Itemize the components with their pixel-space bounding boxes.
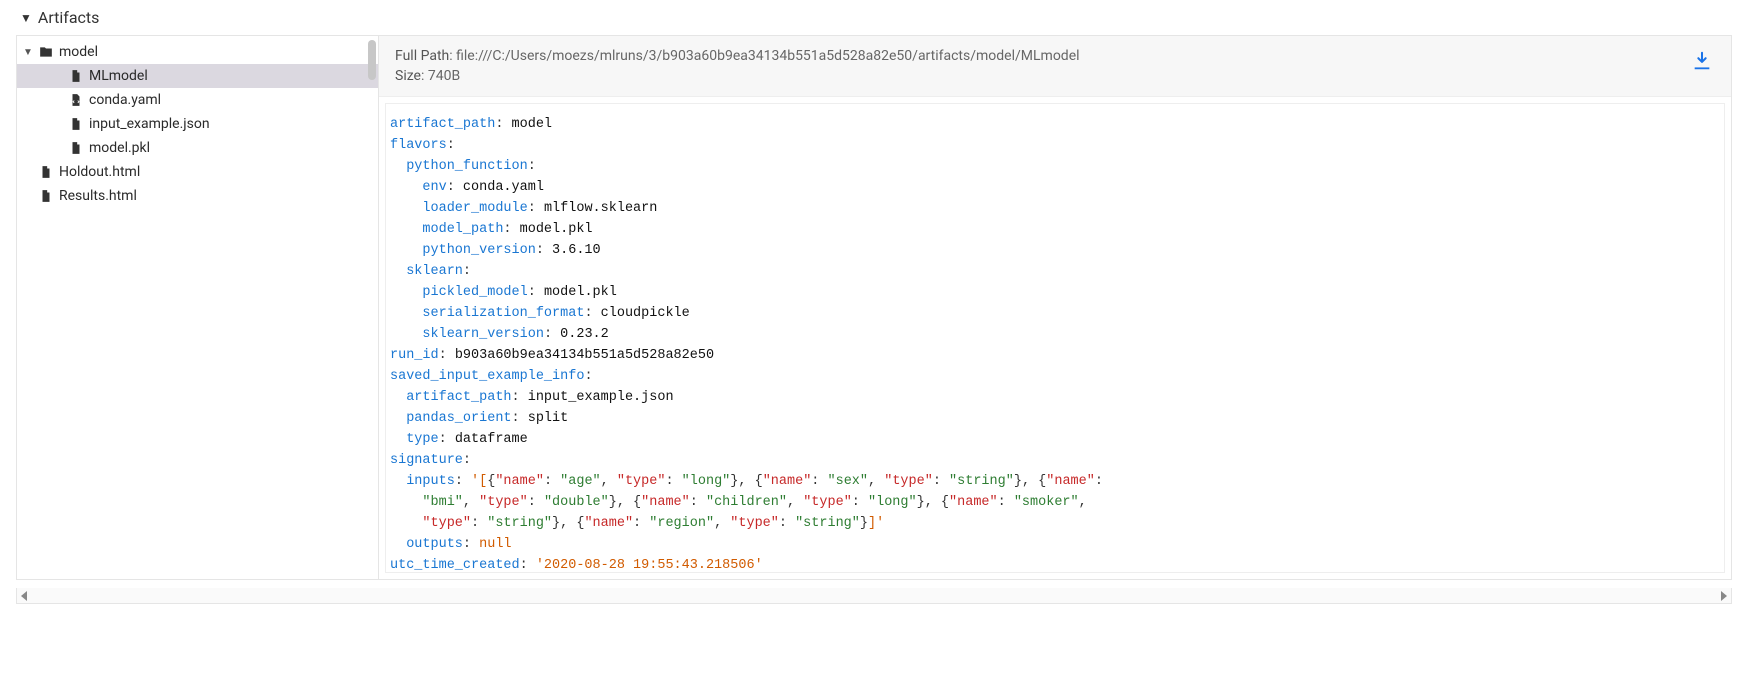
full-path-label: Full Path xyxy=(395,48,449,64)
tree-file-holdout-html[interactable]: Holdout.html xyxy=(17,160,378,184)
file-icon xyxy=(39,165,53,179)
caret-down-icon: ▼ xyxy=(23,47,33,58)
download-button[interactable] xyxy=(1691,50,1713,72)
code-file-icon xyxy=(69,93,83,107)
file-icon xyxy=(69,141,83,155)
tree-node-label: input_example.json xyxy=(89,116,210,132)
tree-file-conda-yaml[interactable]: conda.yaml xyxy=(17,88,378,112)
tree-folder-model[interactable]: ▼ model xyxy=(17,40,378,64)
tree-file-results-html[interactable]: Results.html xyxy=(17,184,378,208)
artifact-detail-header: Full Path: file:///C:/Users/moezs/mlruns… xyxy=(379,36,1731,97)
size-value: 740B xyxy=(428,68,460,84)
artifact-detail: Full Path: file:///C:/Users/moezs/mlruns… xyxy=(379,36,1731,579)
size-label: Size xyxy=(395,68,421,84)
full-path-line: Full Path: file:///C:/Users/moezs/mlruns… xyxy=(395,46,1715,66)
file-icon xyxy=(39,189,53,203)
tree-node-label: MLmodel xyxy=(89,68,148,84)
artifacts-content: ▼ model MLmodel conda.yaml i xyxy=(16,35,1732,580)
file-icon xyxy=(69,69,83,83)
file-icon xyxy=(69,117,83,131)
size-line: Size: 740B xyxy=(395,66,1715,86)
full-path-value: file:///C:/Users/moezs/mlruns/3/b903a60b… xyxy=(456,48,1079,64)
tree-node-label: Holdout.html xyxy=(59,164,140,180)
tree-node-label: model.pkl xyxy=(89,140,150,156)
tree-node-label: conda.yaml xyxy=(89,92,161,108)
tree-file-model-pkl[interactable]: model.pkl xyxy=(17,136,378,160)
artifacts-section-header[interactable]: ▼ Artifacts xyxy=(0,0,1748,35)
tree-file-input-example-json[interactable]: input_example.json xyxy=(17,112,378,136)
section-title: Artifacts xyxy=(38,8,100,27)
tree-node-label: model xyxy=(59,44,98,60)
tree-scrollbar[interactable] xyxy=(368,40,376,80)
tree-node-label: Results.html xyxy=(59,188,137,204)
tree-file-mlmodel[interactable]: MLmodel xyxy=(17,64,378,88)
caret-down-icon: ▼ xyxy=(20,11,32,25)
horizontal-scrollbar[interactable] xyxy=(16,588,1732,604)
artifact-tree[interactable]: ▼ model MLmodel conda.yaml i xyxy=(17,36,379,579)
artifact-content-viewer[interactable]: artifact_path: model flavors: python_fun… xyxy=(385,103,1725,573)
folder-icon xyxy=(39,45,53,59)
